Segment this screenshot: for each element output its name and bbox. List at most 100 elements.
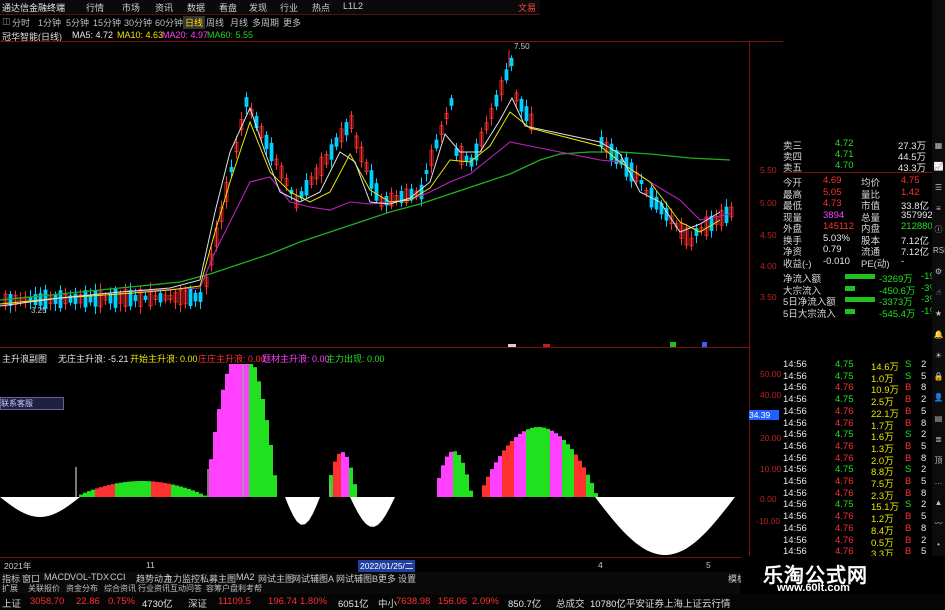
indicator-bar <box>167 483 171 497</box>
tick-row: 14:56 4.75 2.5万 B 2 <box>783 394 927 409</box>
indicator-bar <box>333 461 337 497</box>
bottom-tab-2[interactable]: 扩展 <box>2 583 18 594</box>
menu-item-market[interactable]: 行情 <box>86 1 104 14</box>
indicator-bar <box>506 445 510 497</box>
ding-icon[interactable]: 顶 <box>933 455 944 466</box>
more-icon[interactable]: … <box>933 476 944 487</box>
bottom-tab[interactable]: MA2 <box>236 572 255 582</box>
bottom-tab-2[interactable]: 关联报价 <box>28 583 60 594</box>
bottom-tab-2[interactable]: 互动问答 <box>170 583 202 594</box>
indicator-bar <box>199 493 203 497</box>
menu-item-watch[interactable]: 看盘 <box>219 1 237 14</box>
bottom-tab[interactable]: VOL-TDX <box>70 572 109 582</box>
status-item: 总成交 <box>556 599 585 610</box>
indicator-bar <box>494 462 498 497</box>
bottom-tab-2[interactable]: 资金分布 <box>66 583 98 594</box>
status-item: 1.80% <box>300 596 327 607</box>
wave-icon[interactable]: 〰 <box>933 518 944 529</box>
hand-icon[interactable]: ☝ <box>933 287 944 298</box>
indicator-bar <box>538 427 542 497</box>
kline-chart[interactable]: 3.25 7.50 <box>0 42 749 347</box>
period-15min[interactable]: 15分钟 <box>93 16 121 29</box>
indicator-bar <box>191 490 195 497</box>
period-multi[interactable]: 多周期 <box>252 16 279 29</box>
candle <box>464 155 469 162</box>
period-intraday[interactable]: 分时 <box>12 16 30 29</box>
candle <box>244 97 249 107</box>
period-icon[interactable]: ◫ <box>2 16 11 27</box>
grid-icon[interactable]: ▦ <box>933 140 944 151</box>
menu-icon[interactable]: ≣ <box>933 434 944 445</box>
indicator-bar <box>453 451 457 497</box>
indicator-bar <box>345 456 349 497</box>
chart-icon[interactable]: 📈 <box>933 161 944 172</box>
candle <box>519 99 524 112</box>
indicator-bar <box>147 481 151 497</box>
panel-divider <box>0 347 750 348</box>
period-daily[interactable]: 日线 <box>183 16 206 29</box>
indicator-bar <box>221 389 225 497</box>
period-60min[interactable]: 60分钟 <box>155 16 183 29</box>
chart-right-border <box>749 41 750 568</box>
bottom-tab-2[interactable]: 综合资讯 <box>104 583 136 594</box>
menu-item-industry[interactable]: 热点 <box>312 1 330 14</box>
indicator-bar <box>257 381 261 497</box>
bottom-tab[interactable]: CCI <box>110 572 126 582</box>
menu-item-right[interactable]: 文易 <box>518 1 536 14</box>
lock-icon[interactable]: 🔒 <box>933 371 944 382</box>
up-icon[interactable]: ▲ <box>933 497 944 508</box>
negative-area <box>0 497 80 517</box>
candle <box>93 290 98 307</box>
news-icon[interactable]: ≡ <box>933 203 944 214</box>
indicator-bar <box>99 487 103 497</box>
menu-item-discover[interactable]: 发现 <box>249 1 267 14</box>
high-price-label: 7.50 <box>514 42 530 51</box>
period-1min[interactable]: 1分钟 <box>38 16 61 29</box>
indicator-bar <box>534 427 538 497</box>
sun-icon[interactable]: ☀ <box>933 350 944 361</box>
info-icon[interactable]: ⓘ <box>933 224 944 235</box>
menu-item-news[interactable]: 资讯 <box>155 1 173 14</box>
list-icon[interactable]: ☰ <box>933 182 944 193</box>
candle <box>369 170 374 189</box>
period-weekly[interactable]: 周线 <box>206 16 224 29</box>
user-icon[interactable]: 👤 <box>933 392 944 403</box>
rsi-icon[interactable]: RSI <box>933 245 945 256</box>
period-monthly[interactable]: 月线 <box>230 16 248 29</box>
bell-icon[interactable]: 🔔 <box>933 329 944 340</box>
candle <box>424 170 429 174</box>
candle <box>193 292 198 302</box>
ma5-label: MA5: 4.72 <box>72 30 114 40</box>
ind-axis-20: 20.00 <box>760 433 782 443</box>
menu-item-trade[interactable]: 行业 <box>280 1 298 14</box>
indicator-chart[interactable] <box>0 364 749 557</box>
bottom-tab-2[interactable]: 行业资讯 <box>138 583 170 594</box>
menu-item-markets[interactable]: 市场 <box>122 1 140 14</box>
indicator-bar <box>83 492 87 497</box>
ma-legend: 冠华智能(日线) MA5: 4.72 MA10: 4.63 MA20: 4.97… <box>0 29 540 42</box>
indicator-bar <box>502 450 506 497</box>
price-axis-500: 5.00 <box>760 198 777 208</box>
negative-area <box>595 497 735 555</box>
tick-row: 14:56 4.76 1.2万 B 5 <box>783 511 927 526</box>
star-icon[interactable]: ★ <box>933 308 944 319</box>
indicator-bar <box>159 482 163 497</box>
table-icon[interactable]: ▤ <box>933 413 944 424</box>
indicator-bar <box>135 481 139 497</box>
stat-row: 最低 4.73 市值 33.8亿 <box>783 198 929 212</box>
indicator-bar <box>79 494 83 497</box>
indicator-bar <box>175 485 179 497</box>
dot-icon[interactable]: • <box>933 539 944 550</box>
ind-axis-neg10: -10.00 <box>756 516 781 526</box>
tool-icon[interactable]: ⚙ <box>933 266 944 277</box>
menu-item-data[interactable]: 数据 <box>187 1 205 14</box>
candle <box>8 293 13 306</box>
period-5min[interactable]: 5分钟 <box>66 16 89 29</box>
stat-row: 最高 5.05 量比 1.42 <box>783 186 920 201</box>
negative-area <box>285 497 320 525</box>
bottom-tab[interactable]: MACD <box>44 572 71 582</box>
period-30min[interactable]: 30分钟 <box>124 16 152 29</box>
bottom-tab-2[interactable]: 容筹户盘利考帮 <box>206 583 262 594</box>
period-more[interactable]: 更多 <box>283 16 301 29</box>
menu-item-hot[interactable]: L1L2 <box>343 1 363 11</box>
